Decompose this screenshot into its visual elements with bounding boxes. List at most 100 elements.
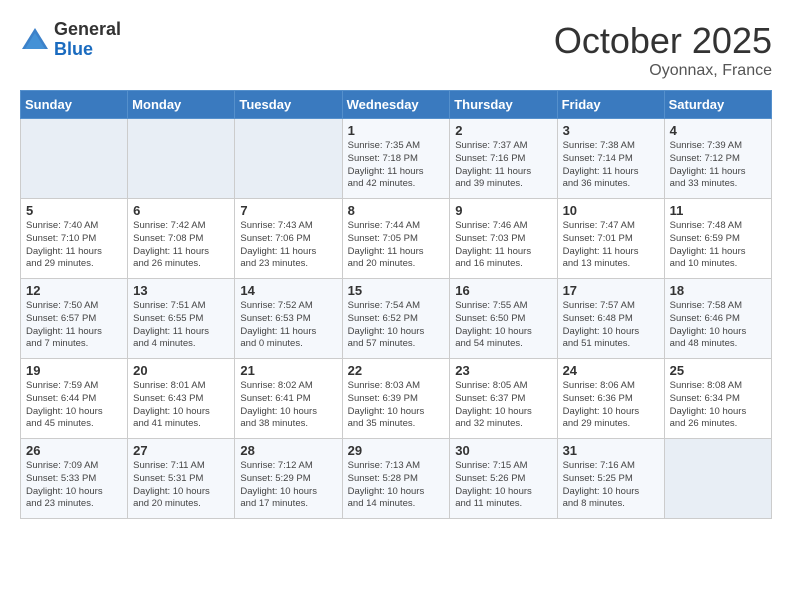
calendar-week-row: 5 Sunrise: 7:40 AM Sunset: 7:10 PM Daylig…	[21, 199, 772, 279]
day-number: 13	[133, 283, 229, 298]
day-info: Sunrise: 7:57 AM Sunset: 6:48 PM Dayligh…	[563, 300, 659, 351]
day-info: Sunrise: 8:05 AM Sunset: 6:37 PM Dayligh…	[455, 380, 551, 431]
day-info: Sunrise: 7:35 AM Sunset: 7:18 PM Dayligh…	[348, 140, 445, 191]
day-info: Sunrise: 7:48 AM Sunset: 6:59 PM Dayligh…	[670, 220, 766, 271]
calendar-cell: 24 Sunrise: 8:06 AM Sunset: 6:36 PM Dayli…	[557, 359, 664, 439]
weekday-header-saturday: Saturday	[664, 91, 771, 119]
calendar-cell: 21Sunrise: 8:02 AM Sunset: 6:41 PM Dayli…	[235, 359, 342, 439]
day-number: 15	[348, 283, 445, 298]
calendar-cell: 5 Sunrise: 7:40 AM Sunset: 7:10 PM Daylig…	[21, 199, 128, 279]
day-number: 18	[670, 283, 766, 298]
logo: General Blue	[20, 20, 121, 60]
day-number: 22	[348, 363, 445, 378]
title-area: October 2025 Oyonnax, France	[554, 20, 772, 80]
calendar-cell: 9Sunrise: 7:46 AM Sunset: 7:03 PM Daylig…	[450, 199, 557, 279]
day-number: 30	[455, 443, 551, 458]
weekday-header-thursday: Thursday	[450, 91, 557, 119]
day-info: Sunrise: 8:03 AM Sunset: 6:39 PM Dayligh…	[348, 380, 445, 431]
calendar-cell: 10 Sunrise: 7:47 AM Sunset: 7:01 PM Dayli…	[557, 199, 664, 279]
calendar-cell: 26Sunrise: 7:09 AM Sunset: 5:33 PM Dayli…	[21, 439, 128, 519]
day-number: 4	[670, 123, 766, 138]
day-info: Sunrise: 7:12 AM Sunset: 5:29 PM Dayligh…	[240, 460, 336, 511]
day-number: 16	[455, 283, 551, 298]
day-info: Sunrise: 8:08 AM Sunset: 6:34 PM Dayligh…	[670, 380, 766, 431]
calendar-cell: 16 Sunrise: 7:55 AM Sunset: 6:50 PM Dayli…	[450, 279, 557, 359]
day-number: 29	[348, 443, 445, 458]
calendar-cell: 11 Sunrise: 7:48 AM Sunset: 6:59 PM Dayli…	[664, 199, 771, 279]
day-number: 2	[455, 123, 551, 138]
calendar-cell: 4Sunrise: 7:39 AM Sunset: 7:12 PM Daylig…	[664, 119, 771, 199]
calendar-week-row: 1 Sunrise: 7:35 AM Sunset: 7:18 PM Daylig…	[21, 119, 772, 199]
calendar-cell: 7Sunrise: 7:43 AM Sunset: 7:06 PM Daylig…	[235, 199, 342, 279]
header: General Blue October 2025 Oyonnax, Franc…	[20, 20, 772, 80]
calendar-cell: 18Sunrise: 7:58 AM Sunset: 6:46 PM Dayli…	[664, 279, 771, 359]
calendar-week-row: 12Sunrise: 7:50 AM Sunset: 6:57 PM Dayli…	[21, 279, 772, 359]
day-info: Sunrise: 7:42 AM Sunset: 7:08 PM Dayligh…	[133, 220, 229, 271]
calendar-cell: 8 Sunrise: 7:44 AM Sunset: 7:05 PM Daylig…	[342, 199, 450, 279]
calendar-week-row: 26Sunrise: 7:09 AM Sunset: 5:33 PM Dayli…	[21, 439, 772, 519]
day-info: Sunrise: 7:15 AM Sunset: 5:26 PM Dayligh…	[455, 460, 551, 511]
calendar-cell: 30 Sunrise: 7:15 AM Sunset: 5:26 PM Dayli…	[450, 439, 557, 519]
day-number: 11	[670, 203, 766, 218]
calendar-cell: 25Sunrise: 8:08 AM Sunset: 6:34 PM Dayli…	[664, 359, 771, 439]
weekday-header-wednesday: Wednesday	[342, 91, 450, 119]
calendar-cell: 20 Sunrise: 8:01 AM Sunset: 6:43 PM Dayli…	[128, 359, 235, 439]
day-number: 10	[563, 203, 659, 218]
day-info: Sunrise: 8:06 AM Sunset: 6:36 PM Dayligh…	[563, 380, 659, 431]
day-info: Sunrise: 7:11 AM Sunset: 5:31 PM Dayligh…	[133, 460, 229, 511]
day-info: Sunrise: 7:50 AM Sunset: 6:57 PM Dayligh…	[26, 300, 122, 351]
day-number: 19	[26, 363, 122, 378]
calendar-cell	[235, 119, 342, 199]
day-number: 8	[348, 203, 445, 218]
calendar-cell: 31Sunrise: 7:16 AM Sunset: 5:25 PM Dayli…	[557, 439, 664, 519]
weekday-header-monday: Monday	[128, 91, 235, 119]
day-info: Sunrise: 7:44 AM Sunset: 7:05 PM Dayligh…	[348, 220, 445, 271]
calendar-cell: 6 Sunrise: 7:42 AM Sunset: 7:08 PM Daylig…	[128, 199, 235, 279]
day-number: 14	[240, 283, 336, 298]
calendar-cell: 12Sunrise: 7:50 AM Sunset: 6:57 PM Dayli…	[21, 279, 128, 359]
day-number: 20	[133, 363, 229, 378]
calendar-cell: 22 Sunrise: 8:03 AM Sunset: 6:39 PM Dayli…	[342, 359, 450, 439]
location: Oyonnax, France	[554, 62, 772, 80]
calendar-cell	[664, 439, 771, 519]
logo-blue-text: Blue	[54, 40, 121, 60]
calendar-cell	[128, 119, 235, 199]
calendar-week-row: 19 Sunrise: 7:59 AM Sunset: 6:44 PM Dayli…	[21, 359, 772, 439]
calendar-cell: 15 Sunrise: 7:54 AM Sunset: 6:52 PM Dayli…	[342, 279, 450, 359]
day-info: Sunrise: 7:13 AM Sunset: 5:28 PM Dayligh…	[348, 460, 445, 511]
day-info: Sunrise: 7:54 AM Sunset: 6:52 PM Dayligh…	[348, 300, 445, 351]
day-number: 27	[133, 443, 229, 458]
day-number: 7	[240, 203, 336, 218]
calendar-cell: 14 Sunrise: 7:52 AM Sunset: 6:53 PM Dayli…	[235, 279, 342, 359]
day-info: Sunrise: 7:47 AM Sunset: 7:01 PM Dayligh…	[563, 220, 659, 271]
logo-text: General Blue	[54, 20, 121, 60]
day-number: 5	[26, 203, 122, 218]
day-number: 17	[563, 283, 659, 298]
day-number: 6	[133, 203, 229, 218]
calendar-cell: 3Sunrise: 7:38 AM Sunset: 7:14 PM Daylig…	[557, 119, 664, 199]
calendar-cell: 2Sunrise: 7:37 AM Sunset: 7:16 PM Daylig…	[450, 119, 557, 199]
day-info: Sunrise: 7:52 AM Sunset: 6:53 PM Dayligh…	[240, 300, 336, 351]
day-number: 31	[563, 443, 659, 458]
day-number: 28	[240, 443, 336, 458]
month-title: October 2025	[554, 20, 772, 62]
logo-icon	[20, 25, 50, 55]
day-number: 21	[240, 363, 336, 378]
calendar-cell: 17 Sunrise: 7:57 AM Sunset: 6:48 PM Dayli…	[557, 279, 664, 359]
weekday-header-friday: Friday	[557, 91, 664, 119]
day-number: 1	[348, 123, 445, 138]
day-info: Sunrise: 7:59 AM Sunset: 6:44 PM Dayligh…	[26, 380, 122, 431]
day-number: 24	[563, 363, 659, 378]
calendar-cell: 19 Sunrise: 7:59 AM Sunset: 6:44 PM Dayli…	[21, 359, 128, 439]
day-number: 23	[455, 363, 551, 378]
day-info: Sunrise: 7:55 AM Sunset: 6:50 PM Dayligh…	[455, 300, 551, 351]
calendar-cell: 23 Sunrise: 8:05 AM Sunset: 6:37 PM Dayli…	[450, 359, 557, 439]
day-info: Sunrise: 7:51 AM Sunset: 6:55 PM Dayligh…	[133, 300, 229, 351]
day-number: 26	[26, 443, 122, 458]
day-info: Sunrise: 8:01 AM Sunset: 6:43 PM Dayligh…	[133, 380, 229, 431]
day-number: 3	[563, 123, 659, 138]
day-info: Sunrise: 7:40 AM Sunset: 7:10 PM Dayligh…	[26, 220, 122, 271]
calendar-cell: 1 Sunrise: 7:35 AM Sunset: 7:18 PM Daylig…	[342, 119, 450, 199]
weekday-header-tuesday: Tuesday	[235, 91, 342, 119]
weekday-header-row: SundayMondayTuesdayWednesdayThursdayFrid…	[21, 91, 772, 119]
